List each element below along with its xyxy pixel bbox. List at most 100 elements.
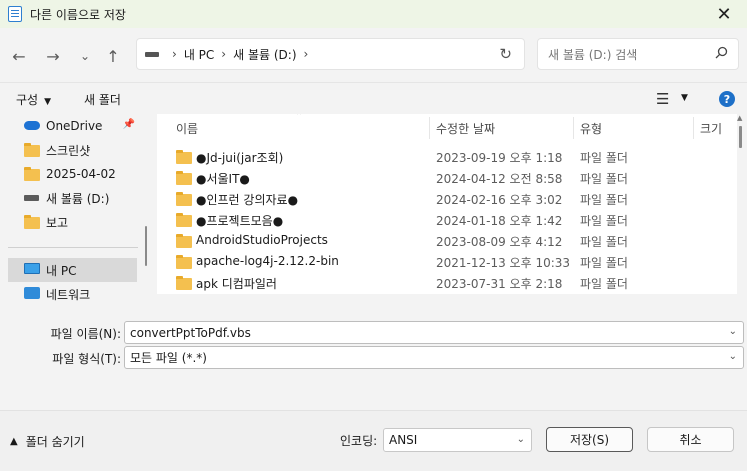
filetype-label: 파일 형식(T): <box>52 352 121 366</box>
sidebar-item-report[interactable]: 보고 <box>8 210 137 234</box>
refresh-button[interactable]: ↻ <box>499 45 512 63</box>
table-row[interactable]: ●프로젝트모음● 2024-01-18 오후 1:42 파일 폴더 <box>157 209 737 230</box>
forward-button[interactable]: → <box>42 46 64 66</box>
chevron-up-icon: ▲ <box>10 436 18 447</box>
file-date: 2021-12-13 오후 10:33 <box>436 256 571 270</box>
file-date: 2023-07-31 오후 2:18 <box>436 277 563 291</box>
search-icon <box>715 46 728 59</box>
file-list-scrollbar[interactable] <box>739 126 742 148</box>
file-type: 파일 폴더 <box>580 193 628 207</box>
navigation-bar: ← → ⌄ ↑ › 내 PC › 새 볼륨 (D:) › ↻ 새 볼륨 (D:)… <box>0 28 747 82</box>
search-box[interactable]: 새 볼륨 (D:) 검색 <box>537 38 739 70</box>
breadcrumb-item-pc[interactable]: 내 PC <box>184 46 214 63</box>
file-type: 파일 폴더 <box>580 172 628 186</box>
title-bar: 다른 이름으로 저장 ✕ <box>0 0 747 28</box>
sidebar-item-label: 보고 <box>46 215 69 230</box>
breadcrumb-item-drive[interactable]: 새 볼륨 (D:) <box>233 46 296 63</box>
dialog-footer: ▲ 폴더 숨기기 인코딩: ANSI ⌄ 저장(S) 취소 <box>0 410 747 471</box>
folder-icon <box>24 143 40 157</box>
sidebar-item-this-pc[interactable]: 내 PC <box>8 258 137 282</box>
filetype-value: 모든 파일 (*.*) <box>130 351 207 365</box>
command-bar: 구성 ▼ 새 폴더 ☰ ▼ ? <box>0 82 747 114</box>
address-bar[interactable]: › 내 PC › 새 볼륨 (D:) › ↻ <box>136 38 525 70</box>
file-date: 2024-01-18 오후 1:42 <box>436 214 563 228</box>
table-row[interactable]: apache-log4j-2.12.2-bin 2021-12-13 오후 10… <box>157 251 737 272</box>
column-divider[interactable] <box>693 117 694 139</box>
sidebar-item-drive-d[interactable]: 새 볼륨 (D:) <box>8 186 137 210</box>
pc-icon <box>24 263 40 274</box>
table-row[interactable]: ●서울IT● 2024-04-12 오전 8:58 파일 폴더 <box>157 167 737 188</box>
sidebar-item-label: 새 볼륨 (D:) <box>46 191 110 206</box>
new-folder-button[interactable]: 새 폴더 <box>84 91 121 108</box>
folder-icon <box>176 234 192 248</box>
folder-icon <box>24 167 40 181</box>
sidebar-item-network[interactable]: 네트워크 <box>8 282 137 306</box>
breadcrumb-chevron-icon[interactable]: › <box>304 47 309 61</box>
network-icon <box>24 287 40 299</box>
file-type: 파일 폴더 <box>580 277 628 291</box>
file-type: 파일 폴더 <box>580 256 628 270</box>
organize-menu-button[interactable]: 구성 ▼ <box>16 91 51 108</box>
file-type: 파일 폴더 <box>580 151 628 165</box>
filename-label: 파일 이름(N): <box>50 327 121 341</box>
folder-icon <box>176 276 192 290</box>
organize-label: 구성 <box>16 93 39 107</box>
breadcrumb-chevron-icon: › <box>221 47 227 61</box>
chevron-down-icon: ⌄ <box>728 351 737 362</box>
table-row[interactable]: apk 디컴파일러 2023-07-31 오후 2:18 파일 폴더 <box>157 272 737 293</box>
sidebar-item-label: 네트워크 <box>46 287 91 302</box>
chevron-down-icon: ⌄ <box>516 434 525 445</box>
file-type: 파일 폴더 <box>580 214 628 228</box>
filename-value: convertPptToPdf.vbs <box>130 325 251 340</box>
table-row[interactable]: ●Jd-jui(jar조회) 2023-09-19 오후 1:18 파일 폴더 <box>157 146 737 167</box>
drive-icon <box>24 195 39 201</box>
file-name: apache-log4j-2.12.2-bin <box>196 254 339 268</box>
sidebar-item-label: OneDrive <box>46 119 103 133</box>
hide-folders-label: 폴더 숨기기 <box>25 435 85 449</box>
pin-icon: 📌 <box>122 119 135 130</box>
folder-icon <box>24 215 40 229</box>
column-divider[interactable] <box>429 117 430 139</box>
folder-icon <box>176 213 192 227</box>
file-list: ⌃ 이름 수정한 날짜 유형 크기 ●Jd-jui(jar조회) 2023-09… <box>157 114 737 294</box>
file-name: ●인프런 강의자료● <box>196 193 299 207</box>
file-date: 2023-09-19 오후 1:18 <box>436 151 563 165</box>
file-name: apk 디컴파일러 <box>196 277 277 291</box>
file-date: 2024-04-12 오전 8:58 <box>436 172 563 186</box>
encoding-select[interactable]: ANSI ⌄ <box>383 428 532 452</box>
file-date: 2024-02-16 오후 3:02 <box>436 193 563 207</box>
notepad-icon <box>8 6 22 22</box>
column-header-date[interactable]: 수정한 날짜 <box>436 114 495 142</box>
table-row[interactable]: ●인프런 강의자료● 2024-02-16 오후 3:02 파일 폴더 <box>157 188 737 209</box>
recent-locations-button[interactable]: ⌄ <box>74 46 96 66</box>
chevron-down-icon[interactable]: ⌄ <box>729 326 737 337</box>
chevron-down-icon[interactable]: ▼ <box>681 93 688 103</box>
drive-icon <box>145 51 159 57</box>
close-button[interactable]: ✕ <box>701 0 747 28</box>
column-header-name[interactable]: 이름 <box>176 114 198 142</box>
folder-icon <box>176 192 192 206</box>
up-button[interactable]: ↑ <box>102 46 124 66</box>
folder-icon <box>176 150 192 164</box>
column-header-type[interactable]: 유형 <box>580 114 602 142</box>
sidebar-item-2025-04-02[interactable]: 2025-04-02 <box>8 162 137 186</box>
sidebar-item-screenshots[interactable]: 스크린샷 <box>8 138 137 162</box>
save-button[interactable]: 저장(S) <box>546 427 633 452</box>
view-options-icon[interactable]: ☰ <box>656 90 669 108</box>
filetype-select[interactable]: 모든 파일 (*.*) ⌄ <box>124 346 744 369</box>
scroll-up-icon[interactable]: ▲ <box>737 114 742 122</box>
search-placeholder: 새 볼륨 (D:) 검색 <box>548 47 638 62</box>
back-button[interactable]: ← <box>8 46 30 66</box>
folder-icon <box>176 255 192 269</box>
cancel-button[interactable]: 취소 <box>647 427 734 452</box>
hide-folders-button[interactable]: ▲ 폴더 숨기기 <box>10 433 85 450</box>
sidebar-item-label: 스크린샷 <box>46 143 91 158</box>
sidebar-scrollbar[interactable] <box>145 226 147 266</box>
table-row[interactable]: AndroidStudioProjects 2023-08-09 오후 4:12… <box>157 230 737 251</box>
help-button[interactable]: ? <box>719 91 735 107</box>
filename-input[interactable]: convertPptToPdf.vbs ⌄ <box>124 321 744 344</box>
sidebar-item-onedrive[interactable]: OneDrive 📌 <box>8 114 137 138</box>
column-header-size[interactable]: 크기 <box>700 114 722 142</box>
column-divider[interactable] <box>573 117 574 139</box>
file-name: ●프로젝트모음● <box>196 214 284 228</box>
